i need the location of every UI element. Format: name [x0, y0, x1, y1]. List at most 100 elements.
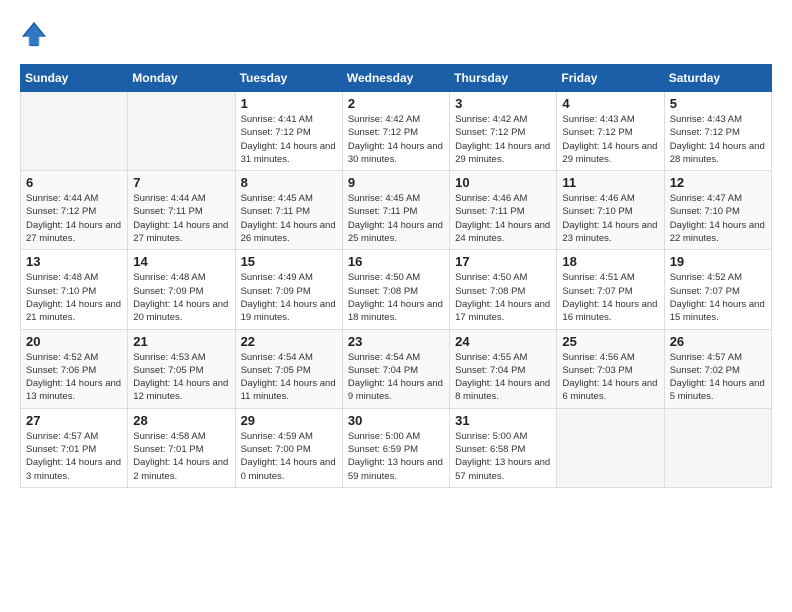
day-number: 3	[455, 96, 551, 111]
weekday-header-monday: Monday	[128, 65, 235, 92]
calendar-cell: 1Sunrise: 4:41 AM Sunset: 7:12 PM Daylig…	[235, 92, 342, 171]
day-info: Sunrise: 4:46 AM Sunset: 7:10 PM Dayligh…	[562, 192, 658, 245]
day-number: 25	[562, 334, 658, 349]
weekday-header-friday: Friday	[557, 65, 664, 92]
weekday-header-tuesday: Tuesday	[235, 65, 342, 92]
day-info: Sunrise: 4:50 AM Sunset: 7:08 PM Dayligh…	[348, 271, 444, 324]
day-info: Sunrise: 4:53 AM Sunset: 7:05 PM Dayligh…	[133, 351, 229, 404]
day-info: Sunrise: 4:44 AM Sunset: 7:12 PM Dayligh…	[26, 192, 122, 245]
logo	[20, 20, 50, 48]
calendar-cell: 8 Sunrise: 4:45 AM Sunset: 7:11 PM Daylig…	[235, 171, 342, 250]
weekday-header-thursday: Thursday	[450, 65, 557, 92]
calendar-cell: 3 Sunrise: 4:42 AM Sunset: 7:12 PM Daylig…	[450, 92, 557, 171]
day-number: 21	[133, 334, 229, 349]
calendar-cell: 6 Sunrise: 4:44 AM Sunset: 7:12 PM Daylig…	[21, 171, 128, 250]
day-number: 29	[241, 413, 337, 428]
page-header	[20, 20, 772, 48]
calendar-cell: 30 Sunrise: 5:00 AM Sunset: 6:59 PM Dayli…	[342, 408, 449, 487]
calendar-cell: 2 Sunrise: 4:42 AM Sunset: 7:12 PM Daylig…	[342, 92, 449, 171]
day-info: Sunrise: 4:49 AM Sunset: 7:09 PM Dayligh…	[241, 271, 337, 324]
day-info: Sunrise: 4:54 AM Sunset: 7:04 PM Dayligh…	[348, 351, 444, 404]
day-info: Sunrise: 4:57 AM Sunset: 7:02 PM Dayligh…	[670, 351, 766, 404]
day-number: 19	[670, 254, 766, 269]
day-number: 13	[26, 254, 122, 269]
day-info: Sunrise: 4:59 AM Sunset: 7:00 PM Dayligh…	[241, 430, 337, 483]
calendar-week-row: 1Sunrise: 4:41 AM Sunset: 7:12 PM Daylig…	[21, 92, 772, 171]
calendar-cell: 22 Sunrise: 4:54 AM Sunset: 7:05 PM Dayli…	[235, 329, 342, 408]
calendar-table: SundayMondayTuesdayWednesdayThursdayFrid…	[20, 64, 772, 488]
calendar-cell: 24Sunrise: 4:55 AM Sunset: 7:04 PM Dayli…	[450, 329, 557, 408]
day-number: 24	[455, 334, 551, 349]
day-number: 18	[562, 254, 658, 269]
day-number: 4	[562, 96, 658, 111]
day-number: 2	[348, 96, 444, 111]
day-info: Sunrise: 4:54 AM Sunset: 7:05 PM Dayligh…	[241, 351, 337, 404]
day-info: Sunrise: 4:52 AM Sunset: 7:07 PM Dayligh…	[670, 271, 766, 324]
calendar-cell: 9 Sunrise: 4:45 AM Sunset: 7:11 PM Daylig…	[342, 171, 449, 250]
day-number: 16	[348, 254, 444, 269]
day-info: Sunrise: 4:43 AM Sunset: 7:12 PM Dayligh…	[670, 113, 766, 166]
day-number: 27	[26, 413, 122, 428]
calendar-cell: 21 Sunrise: 4:53 AM Sunset: 7:05 PM Dayli…	[128, 329, 235, 408]
calendar-cell: 4 Sunrise: 4:43 AM Sunset: 7:12 PM Daylig…	[557, 92, 664, 171]
day-number: 7	[133, 175, 229, 190]
day-info: Sunrise: 4:57 AM Sunset: 7:01 PM Dayligh…	[26, 430, 122, 483]
calendar-cell	[557, 408, 664, 487]
day-info: Sunrise: 4:43 AM Sunset: 7:12 PM Dayligh…	[562, 113, 658, 166]
calendar-cell: 28Sunrise: 4:58 AM Sunset: 7:01 PM Dayli…	[128, 408, 235, 487]
calendar-week-row: 20 Sunrise: 4:52 AM Sunset: 7:06 PM Dayli…	[21, 329, 772, 408]
day-info: Sunrise: 4:56 AM Sunset: 7:03 PM Dayligh…	[562, 351, 658, 404]
calendar-cell: 16 Sunrise: 4:50 AM Sunset: 7:08 PM Dayli…	[342, 250, 449, 329]
day-info: Sunrise: 4:48 AM Sunset: 7:09 PM Dayligh…	[133, 271, 229, 324]
day-info: Sunrise: 4:45 AM Sunset: 7:11 PM Dayligh…	[241, 192, 337, 245]
day-info: Sunrise: 4:44 AM Sunset: 7:11 PM Dayligh…	[133, 192, 229, 245]
day-number: 8	[241, 175, 337, 190]
day-number: 23	[348, 334, 444, 349]
day-info: Sunrise: 4:41 AM Sunset: 7:12 PM Dayligh…	[241, 113, 337, 166]
day-info: Sunrise: 4:52 AM Sunset: 7:06 PM Dayligh…	[26, 351, 122, 404]
day-info: Sunrise: 5:00 AM Sunset: 6:59 PM Dayligh…	[348, 430, 444, 483]
weekday-header-wednesday: Wednesday	[342, 65, 449, 92]
day-number: 22	[241, 334, 337, 349]
calendar-week-row: 13Sunrise: 4:48 AM Sunset: 7:10 PM Dayli…	[21, 250, 772, 329]
day-number: 14	[133, 254, 229, 269]
calendar-cell: 26 Sunrise: 4:57 AM Sunset: 7:02 PM Dayli…	[664, 329, 771, 408]
day-number: 30	[348, 413, 444, 428]
day-info: Sunrise: 4:42 AM Sunset: 7:12 PM Dayligh…	[348, 113, 444, 166]
day-info: Sunrise: 4:47 AM Sunset: 7:10 PM Dayligh…	[670, 192, 766, 245]
calendar-cell: 7 Sunrise: 4:44 AM Sunset: 7:11 PM Daylig…	[128, 171, 235, 250]
calendar-cell: 18Sunrise: 4:51 AM Sunset: 7:07 PM Dayli…	[557, 250, 664, 329]
day-number: 15	[241, 254, 337, 269]
calendar-cell: 19 Sunrise: 4:52 AM Sunset: 7:07 PM Dayli…	[664, 250, 771, 329]
day-number: 17	[455, 254, 551, 269]
day-info: Sunrise: 4:58 AM Sunset: 7:01 PM Dayligh…	[133, 430, 229, 483]
calendar-cell: 10 Sunrise: 4:46 AM Sunset: 7:11 PM Dayli…	[450, 171, 557, 250]
day-info: Sunrise: 4:46 AM Sunset: 7:11 PM Dayligh…	[455, 192, 551, 245]
day-number: 20	[26, 334, 122, 349]
calendar-cell	[128, 92, 235, 171]
calendar-cell	[21, 92, 128, 171]
calendar-week-row: 27 Sunrise: 4:57 AM Sunset: 7:01 PM Dayli…	[21, 408, 772, 487]
calendar-cell: 14 Sunrise: 4:48 AM Sunset: 7:09 PM Dayli…	[128, 250, 235, 329]
day-number: 31	[455, 413, 551, 428]
day-number: 26	[670, 334, 766, 349]
calendar-cell: 29 Sunrise: 4:59 AM Sunset: 7:00 PM Dayli…	[235, 408, 342, 487]
day-number: 12	[670, 175, 766, 190]
calendar-cell: 17Sunrise: 4:50 AM Sunset: 7:08 PM Dayli…	[450, 250, 557, 329]
calendar-cell: 25 Sunrise: 4:56 AM Sunset: 7:03 PM Dayli…	[557, 329, 664, 408]
day-info: Sunrise: 5:00 AM Sunset: 6:58 PM Dayligh…	[455, 430, 551, 483]
weekday-header-saturday: Saturday	[664, 65, 771, 92]
calendar-cell: 12 Sunrise: 4:47 AM Sunset: 7:10 PM Dayli…	[664, 171, 771, 250]
calendar-cell: 15 Sunrise: 4:49 AM Sunset: 7:09 PM Dayli…	[235, 250, 342, 329]
logo-icon	[20, 20, 48, 48]
calendar-cell: 20 Sunrise: 4:52 AM Sunset: 7:06 PM Dayli…	[21, 329, 128, 408]
day-number: 10	[455, 175, 551, 190]
calendar-cell: 13Sunrise: 4:48 AM Sunset: 7:10 PM Dayli…	[21, 250, 128, 329]
day-info: Sunrise: 4:42 AM Sunset: 7:12 PM Dayligh…	[455, 113, 551, 166]
day-number: 6	[26, 175, 122, 190]
calendar-cell: 31 Sunrise: 5:00 AM Sunset: 6:58 PM Dayli…	[450, 408, 557, 487]
day-info: Sunrise: 4:45 AM Sunset: 7:11 PM Dayligh…	[348, 192, 444, 245]
calendar-header-row: SundayMondayTuesdayWednesdayThursdayFrid…	[21, 65, 772, 92]
day-number: 9	[348, 175, 444, 190]
day-number: 5	[670, 96, 766, 111]
